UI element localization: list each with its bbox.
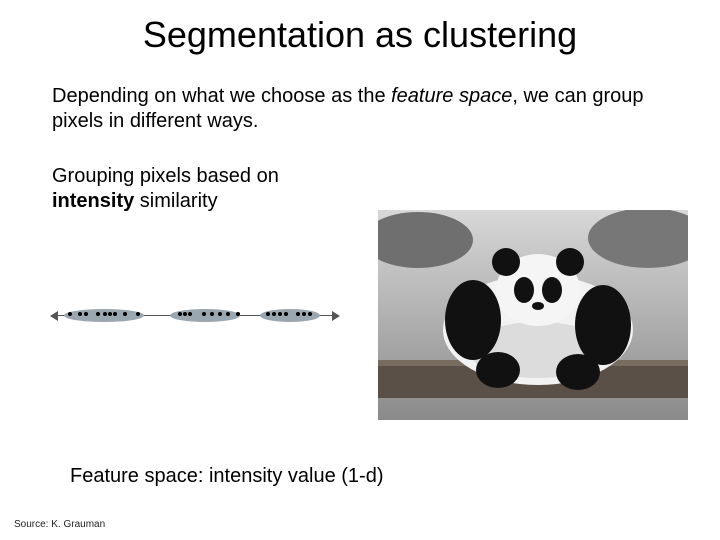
data-point: [278, 312, 282, 316]
axis-arrow-right-icon: [332, 311, 340, 321]
data-point: [96, 312, 100, 316]
intro-pre: Depending on what we choose as the: [52, 85, 391, 107]
axis-arrow-left-icon: [50, 311, 58, 321]
data-point: [136, 312, 140, 316]
data-point: [108, 312, 112, 316]
feature-space-caption: Feature space: intensity value (1-d): [70, 465, 384, 488]
subhead-strong: intensity: [52, 190, 134, 212]
data-point: [210, 312, 214, 316]
subhead-pre: Grouping pixels based on: [52, 165, 279, 187]
example-image: [378, 210, 688, 420]
data-point: [302, 312, 306, 316]
subheading: Grouping pixels based on intensity simil…: [0, 164, 380, 214]
data-point: [103, 312, 107, 316]
source-attribution: Source: K. Grauman: [14, 519, 105, 530]
data-point: [84, 312, 88, 316]
data-point: [68, 312, 72, 316]
data-point: [113, 312, 117, 316]
data-point: [284, 312, 288, 316]
data-point: [308, 312, 312, 316]
data-point: [78, 312, 82, 316]
data-point: [266, 312, 270, 316]
data-point: [296, 312, 300, 316]
intro-emph: feature space: [391, 85, 512, 107]
data-point: [183, 312, 187, 316]
data-point: [123, 312, 127, 316]
data-point: [272, 312, 276, 316]
slide-title: Segmentation as clustering: [0, 0, 720, 56]
data-point: [202, 312, 206, 316]
data-point: [226, 312, 230, 316]
intensity-axis: [50, 302, 340, 330]
data-point: [178, 312, 182, 316]
data-point: [218, 312, 222, 316]
data-point: [188, 312, 192, 316]
data-point: [236, 312, 240, 316]
subhead-post: similarity: [134, 190, 217, 212]
intro-paragraph: Depending on what we choose as the featu…: [0, 84, 720, 134]
